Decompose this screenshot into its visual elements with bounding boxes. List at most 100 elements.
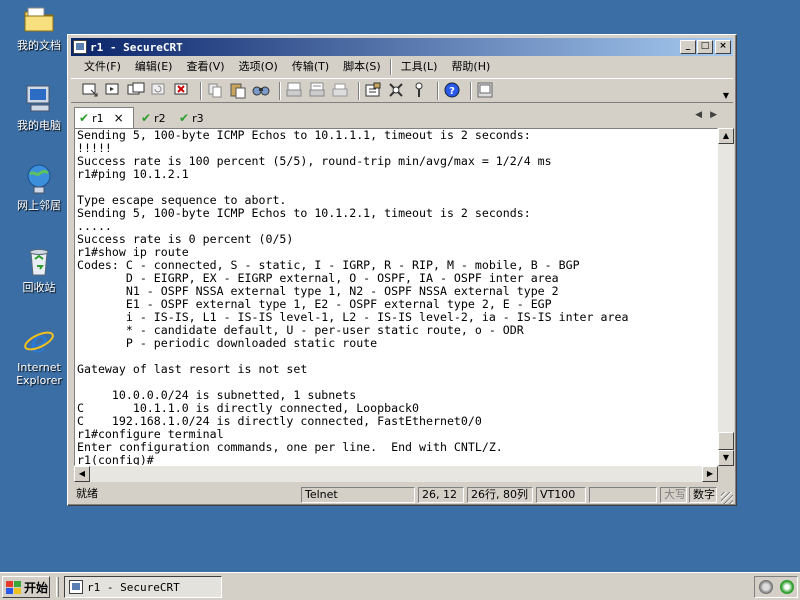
- menu-transfer[interactable]: 传输(T): [285, 58, 336, 76]
- tab-scroll-arrows-icon[interactable]: ◀▶: [695, 110, 725, 120]
- tray-security-icon[interactable]: [779, 580, 794, 594]
- scroll-down-icon[interactable]: ▼: [718, 450, 734, 466]
- tab-label: r3: [192, 111, 204, 125]
- desktop-icon-label: 我的文档: [17, 39, 61, 52]
- taskbar-grip[interactable]: [56, 577, 59, 597]
- connect-icon[interactable]: [81, 81, 101, 101]
- svg-text:?: ?: [449, 86, 455, 97]
- status-ready: 就绪: [76, 487, 98, 500]
- terminal-line: Gateway of last resort is not set: [77, 362, 308, 376]
- terminal-line: Sending 5, 100-byte ICMP Echos to 10.1.1…: [77, 128, 531, 142]
- taskbar-button-securecrt[interactable]: r1 - SecureCRT: [64, 576, 222, 598]
- toolbar-separator: [200, 81, 202, 100]
- title-bar[interactable]: r1 - SecureCRT _ □ ×: [71, 38, 733, 56]
- scroll-up-icon[interactable]: ▲: [718, 128, 734, 144]
- resize-grip-icon[interactable]: [721, 492, 733, 504]
- desktop-icon-recycle-bin[interactable]: 回收站: [8, 244, 70, 294]
- toolbar-separator: [279, 81, 281, 100]
- menu-options[interactable]: 选项(O): [232, 58, 285, 76]
- horizontal-scrollbar[interactable]: ◀ ▶: [74, 466, 718, 482]
- toolbar: ? ▼: [71, 78, 733, 103]
- desktop-icon-label: Internet Explorer: [16, 361, 62, 387]
- print-icon[interactable]: [331, 81, 351, 101]
- print-selection-icon[interactable]: [308, 81, 328, 101]
- start-button[interactable]: 开始: [2, 576, 50, 598]
- status-empty-pane: [589, 487, 657, 503]
- sftp-icon[interactable]: [476, 81, 496, 101]
- menu-script[interactable]: 脚本(S): [336, 58, 388, 76]
- tab-r2[interactable]: ✔ r2: [137, 108, 166, 128]
- windows-flag-icon: [6, 580, 21, 594]
- quick-connect-icon[interactable]: [104, 81, 124, 101]
- minimize-button[interactable]: _: [680, 40, 696, 54]
- copy-icon[interactable]: [206, 81, 226, 101]
- status-caps-lock: 大写: [660, 487, 687, 503]
- terminal-line: Sending 5, 100-byte ICMP Echos to 10.1.2…: [77, 206, 531, 220]
- toolbar-separator: [358, 81, 360, 100]
- paste-icon[interactable]: [229, 81, 249, 101]
- taskbar: 开始 r1 - SecureCRT: [0, 572, 800, 600]
- desktop-icon-internet-explorer[interactable]: e Internet Explorer: [8, 324, 70, 387]
- disconnect-icon[interactable]: [173, 81, 193, 101]
- securecrt-app-icon[interactable]: [73, 40, 87, 54]
- status-cursor-position: 26, 12: [418, 487, 464, 503]
- securecrt-window: r1 - SecureCRT _ □ × 文件(F) 编辑(E) 查看(V) 选…: [67, 34, 737, 506]
- status-terminal-size: 26行, 80列: [467, 487, 533, 503]
- tab-r1[interactable]: ✔ r1 ×: [74, 107, 134, 128]
- status-num-lock: 数字: [689, 487, 717, 503]
- desktop-icon-label: 回收站: [22, 281, 56, 294]
- menu-file[interactable]: 文件(F): [77, 58, 128, 76]
- tab-label: r2: [154, 111, 166, 125]
- session-tabs: ✔ r1 × ✔ r2 ✔ r3 ◀▶: [71, 106, 733, 128]
- connected-check-icon: ✔: [179, 111, 190, 125]
- close-button[interactable]: ×: [715, 40, 731, 54]
- taskbar-button-label: r1 - SecureCRT: [87, 580, 180, 594]
- scroll-left-icon[interactable]: ◀: [74, 466, 90, 482]
- terminal-line: Enter configuration commands, one per li…: [77, 440, 503, 454]
- find-icon[interactable]: [252, 81, 272, 101]
- desktop-icon-my-documents[interactable]: 我的文档: [8, 2, 70, 52]
- scroll-right-icon[interactable]: ▶: [702, 466, 718, 482]
- terminal-line: r1#ping 10.1.2.1: [77, 167, 189, 181]
- start-label: 开始: [24, 580, 49, 595]
- folder-icon: [22, 2, 56, 36]
- network-icon: [22, 162, 56, 196]
- session-options-icon[interactable]: [364, 81, 384, 101]
- scrollbar-thumb[interactable]: [718, 432, 734, 450]
- tab-r3[interactable]: ✔ r3: [175, 108, 204, 128]
- close-tab-icon[interactable]: ×: [114, 111, 124, 125]
- menu-help[interactable]: 帮助(H): [444, 58, 497, 76]
- desktop-icon-label: 我的电脑: [17, 119, 61, 132]
- desktop-icon-label: 网上邻居: [17, 199, 61, 212]
- reconnect-icon[interactable]: [150, 81, 170, 101]
- internet-explorer-icon: e: [22, 324, 56, 360]
- status-emulation: VT100: [536, 487, 586, 503]
- vertical-scrollbar[interactable]: ▲ ▼: [718, 128, 734, 466]
- tray-network-icon[interactable]: [758, 580, 773, 594]
- menu-tools[interactable]: 工具(L): [394, 58, 445, 76]
- window-title: r1 - SecureCRT: [90, 40, 183, 54]
- terminal-screen[interactable]: Sending 5, 100-byte ICMP Echos to 10.1.1…: [74, 128, 718, 466]
- svg-text:e: e: [30, 325, 48, 358]
- connected-check-icon: ✔: [141, 111, 152, 125]
- global-options-icon[interactable]: [387, 81, 407, 101]
- menu-edit[interactable]: 编辑(E): [128, 58, 180, 76]
- connect-tab-icon[interactable]: [127, 81, 147, 101]
- securecrt-app-icon: [69, 580, 83, 594]
- desktop-icon-network-places[interactable]: 网上邻居: [8, 162, 70, 212]
- connected-check-icon: ✔: [79, 111, 90, 125]
- terminal-line: r1(config)#: [77, 453, 154, 466]
- status-bar: 就绪 Telnet 26, 12 26行, 80列 VT100 大写 数字: [71, 486, 733, 504]
- help-icon[interactable]: ?: [443, 81, 463, 101]
- menu-view[interactable]: 查看(V): [179, 58, 231, 76]
- terminal-output: Sending 5, 100-byte ICMP Echos to 10.1.1…: [77, 128, 628, 466]
- print-screen-icon[interactable]: [285, 81, 305, 101]
- desktop-icon-my-computer[interactable]: 我的电脑: [8, 82, 70, 132]
- system-tray: [754, 576, 798, 598]
- recycle-bin-icon: [22, 244, 56, 278]
- toolbar-overflow-icon[interactable]: ▼: [723, 91, 729, 100]
- menu-separator: [389, 59, 392, 75]
- keymap-icon[interactable]: [410, 81, 430, 101]
- terminal-line: P - periodic downloaded static route: [77, 336, 378, 350]
- maximize-button[interactable]: □: [697, 40, 713, 54]
